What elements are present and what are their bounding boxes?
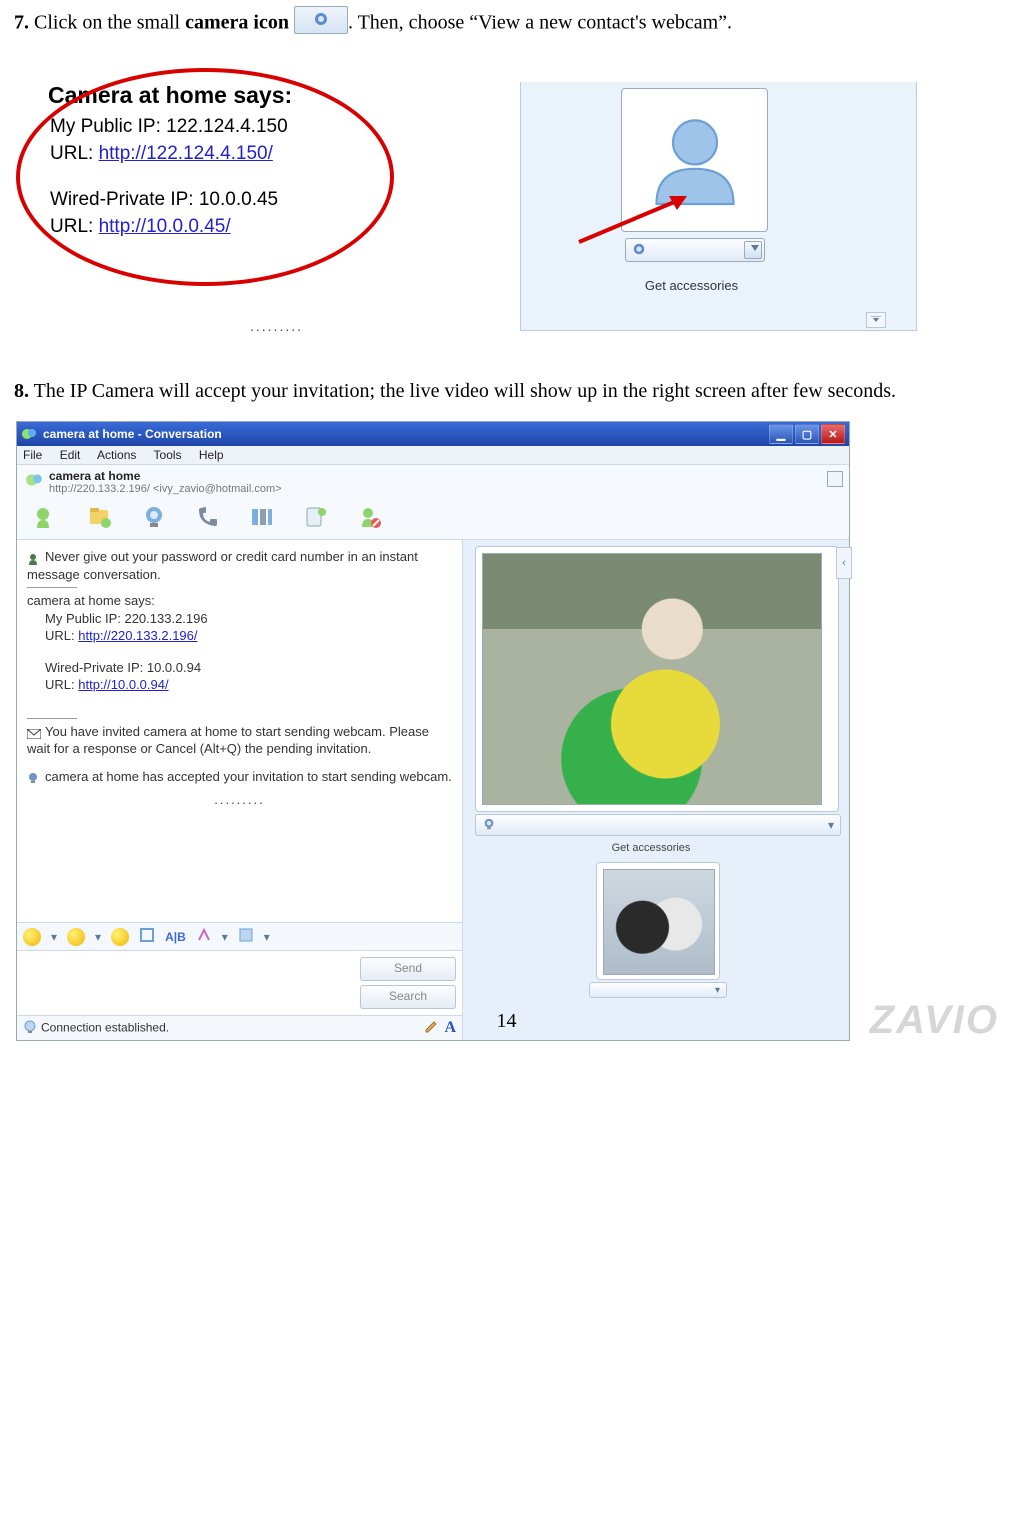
maximize-button[interactable]: ▢ — [795, 424, 819, 444]
emoticon-wink-icon[interactable] — [67, 928, 85, 946]
scroll-down-icon[interactable] — [866, 312, 886, 328]
avatar-icon — [640, 105, 750, 215]
toolbar: + — [17, 497, 849, 540]
msn-window: camera at home - Conversation ▁ ▢ ✕ File… — [16, 421, 850, 1041]
video-toolbar[interactable]: ▾ — [475, 814, 841, 836]
page-number: 14 — [0, 1010, 1013, 1033]
says-label: camera at home says: — [27, 592, 452, 610]
call-icon[interactable] — [193, 503, 223, 531]
video-frame: ‹ — [475, 546, 839, 812]
step7-text: 7. Click on the small camera icon . Then… — [14, 10, 999, 38]
background-icon[interactable] — [238, 927, 254, 946]
contact-sub: http://220.133.2.196/ <ivy_zavio@hotmail… — [49, 483, 827, 495]
step8-text: 8. The IP Camera will accept your invita… — [14, 380, 999, 403]
bubble-line4: URL: http://10.0.0.45/ — [50, 214, 370, 241]
bubble-line1: My Public IP: 122.124.4.150 — [50, 114, 370, 141]
expand-icon[interactable] — [827, 471, 843, 487]
titlebar: camera at home - Conversation ▁ ▢ ✕ — [17, 422, 849, 446]
send-button[interactable]: Send — [360, 957, 456, 981]
camera-icon — [294, 6, 348, 34]
chevron-down-icon[interactable]: ▾ — [828, 818, 834, 832]
emoticon-bar: ▾ ▾ A|B ▾ ▾ — [17, 922, 462, 950]
collapse-icon[interactable]: ‹ — [836, 547, 852, 579]
menu-tools[interactable]: Tools — [154, 448, 182, 462]
figure-1: Camera at home says: My Public IP: 122.1… — [20, 82, 915, 352]
step7-bold: camera icon — [185, 12, 289, 34]
app-icon — [21, 426, 37, 442]
watermark: ZAVIO — [870, 998, 999, 1043]
self-video-frame — [596, 862, 720, 980]
camera-mini-icon — [482, 817, 496, 834]
priv-url-link[interactable]: http://10.0.0.94/ — [78, 677, 168, 692]
priv-url: URL: http://10.0.0.94/ — [45, 676, 452, 694]
bubble-line2: URL: http://122.124.4.150/ — [50, 141, 370, 168]
dots: ......... — [27, 791, 452, 809]
contact-panel: Get accessories — [520, 82, 917, 331]
emoticon-open-icon[interactable] — [111, 928, 129, 946]
get-accessories-link[interactable]: Get accessories — [475, 842, 827, 854]
get-accessories-link[interactable]: Get accessories — [619, 278, 764, 293]
menu-actions[interactable]: Actions — [97, 448, 136, 462]
activities-icon[interactable] — [247, 503, 277, 531]
warning-text: Never give out your password or credit c… — [27, 548, 452, 583]
bubble-link1[interactable]: http://122.124.4.150/ — [99, 143, 273, 164]
emoticon-smile-icon[interactable] — [23, 928, 41, 946]
games-icon[interactable] — [301, 503, 331, 531]
search-button[interactable]: Search — [360, 985, 456, 1009]
priv-ip: Wired-Private IP: 10.0.0.94 — [45, 659, 452, 677]
step8-num: 8. — [14, 380, 29, 402]
pub-url-link[interactable]: http://220.133.2.196/ — [78, 628, 197, 643]
person-icon — [27, 552, 41, 564]
pub-url: URL: http://220.133.2.196/ — [45, 627, 452, 645]
invite-text: You have invited camera at home to start… — [27, 723, 452, 758]
cam-mini-icon — [27, 771, 41, 783]
pub-ip: My Public IP: 220.133.2.196 — [45, 610, 452, 628]
video-image — [482, 553, 822, 805]
webcam-button[interactable] — [625, 238, 765, 262]
camera-icon — [632, 242, 646, 256]
self-video-image — [603, 869, 715, 975]
svg-text:+: + — [50, 504, 57, 507]
contact-name: camera at home — [49, 469, 827, 483]
window-title: camera at home - Conversation — [43, 427, 222, 441]
block-icon[interactable] — [355, 503, 385, 531]
bubble-title: Camera at home says: — [48, 82, 292, 109]
message-input[interactable] — [17, 951, 354, 1015]
chat-log: Never give out your password or credit c… — [17, 540, 462, 922]
menu-help[interactable]: Help — [199, 448, 224, 462]
avatar-frame — [621, 88, 768, 232]
input-area: Send Search — [17, 950, 462, 1015]
bubble-line3: Wired-Private IP: 10.0.0.45 — [50, 187, 370, 214]
voiceclip-icon[interactable] — [196, 927, 212, 946]
self-video-toolbar[interactable]: ▾ — [589, 982, 727, 998]
video-column: ‹ ▾ Get accessories ▾ — [463, 540, 849, 1040]
chat-column: Never give out your password or credit c… — [17, 540, 463, 1040]
contact-header: camera at home http://220.133.2.196/ <iv… — [17, 465, 849, 497]
menubar: File Edit Actions Tools Help — [17, 446, 849, 465]
menu-edit[interactable]: Edit — [60, 448, 81, 462]
nudge-icon[interactable] — [139, 927, 155, 946]
chevron-down-icon[interactable] — [744, 241, 762, 259]
step7-num: 7. — [14, 12, 29, 34]
contact-icon — [25, 471, 43, 489]
chat-bubble: My Public IP: 122.124.4.150 URL: http://… — [50, 114, 370, 240]
mail-icon — [27, 726, 41, 738]
accepted-text: camera at home has accepted your invitat… — [27, 768, 452, 786]
dots: ......... — [250, 318, 303, 334]
font-button[interactable]: A|B — [165, 930, 186, 944]
menu-file[interactable]: File — [23, 448, 42, 462]
bubble-link2[interactable]: http://10.0.0.45/ — [99, 216, 231, 237]
invite-icon[interactable]: + — [31, 503, 61, 531]
files-icon[interactable] — [85, 503, 115, 531]
close-button[interactable]: ✕ — [821, 424, 845, 444]
minimize-button[interactable]: ▁ — [769, 424, 793, 444]
webcam-icon[interactable] — [139, 503, 169, 531]
